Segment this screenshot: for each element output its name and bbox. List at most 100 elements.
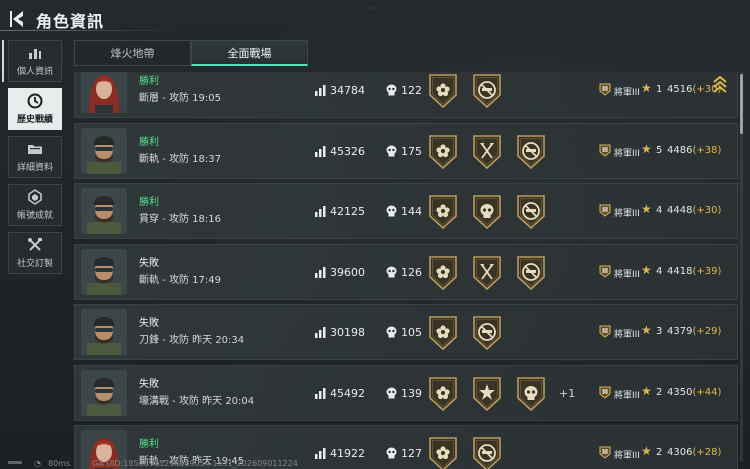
rating-delta: (+28) — [692, 447, 722, 458]
rank-emblem-icon — [599, 83, 611, 96]
medal-badges — [427, 73, 503, 109]
scrollbar-thumb[interactable] — [740, 74, 743, 134]
star-icon: ★ — [641, 323, 652, 337]
match-kills: 144 — [401, 205, 422, 218]
folder-icon — [28, 145, 42, 154]
match-kills: 139 — [401, 386, 422, 400]
rating-delta: (+30) — [692, 205, 722, 216]
match-score: 45492 — [330, 386, 365, 400]
extra-badge-count: +1 — [559, 386, 576, 400]
rating-value: 4379 — [667, 326, 693, 337]
sidebar: 個人資訊 歷史戰績 詳細資料 帳號成就 社交訂製 — [8, 40, 64, 280]
score-bars-icon — [315, 85, 326, 96]
sidebar-item-personal-info[interactable]: 個人資訊 — [8, 40, 62, 82]
rank-emblem-icon — [599, 386, 611, 399]
medal-badges — [427, 315, 503, 351]
match-mode-time: 斷層 - 攻防 19:05 — [139, 93, 221, 104]
top-handle: ··· — [368, 4, 382, 13]
match-row[interactable]: 失敗 斷軌 - 攻防 17:49 39600 126 將軍III ★ 4 441… — [74, 243, 738, 300]
rank-name: 將軍III — [614, 269, 640, 280]
rating-delta: (+39) — [692, 265, 722, 277]
match-kills: 175 — [401, 144, 422, 158]
rating-value: 4516 — [667, 84, 693, 95]
match-kills: 126 — [401, 265, 422, 279]
status-footer: ◔ 80ms GA UID:18586965298589054 1631_202… — [0, 458, 750, 469]
sidebar-item-label: 詳細資料 — [16, 163, 53, 173]
battery-indicator — [8, 461, 22, 464]
back-arrow-icon[interactable] — [8, 8, 30, 30]
match-placement: 4 — [656, 265, 663, 277]
sidebar-item-social[interactable]: 社交訂製 — [8, 232, 62, 274]
match-placement: 2 — [656, 386, 663, 398]
skull-badge-icon — [517, 376, 545, 411]
rank-up-chevron-icon — [713, 75, 727, 93]
player-avatar — [81, 188, 127, 234]
flower-badge-icon — [429, 255, 457, 290]
match-row[interactable]: 勝利 貫穿 - 攻防 18:16 42125 144 將軍III ★ 4 444… — [74, 183, 738, 239]
match-result: 勝利 — [139, 136, 159, 148]
wifi-icon: ◔ — [34, 459, 41, 468]
match-placement: 5 — [656, 144, 663, 156]
match-mode-time: 斷軌 - 攻防 18:37 — [139, 153, 221, 165]
match-placement: 2 — [656, 447, 663, 458]
score-bars-icon — [315, 387, 326, 399]
sidebar-item-details[interactable]: 詳細資料 — [8, 136, 62, 178]
star-icon: ★ — [641, 262, 652, 277]
match-placement: 1 — [656, 84, 663, 95]
medal-icon — [28, 189, 42, 205]
sidebar-item-label: 帳號成就 — [16, 211, 53, 221]
match-score: 30198 — [330, 326, 365, 339]
rating-delta: (+38) — [692, 144, 722, 156]
rank-emblem-icon — [599, 325, 611, 338]
score-bars-icon — [315, 266, 326, 278]
match-score: 42125 — [330, 205, 365, 218]
match-kills: 122 — [401, 84, 422, 97]
axe-badge-icon — [473, 255, 501, 290]
page-title: 角色資訊 — [36, 12, 105, 31]
skull-icon — [386, 326, 397, 338]
match-placement: 4 — [656, 205, 663, 216]
score-bars-icon — [315, 206, 326, 217]
match-row[interactable]: 勝利 斷層 - 攻防 19:05 34784 122 將軍III ★ 1 451… — [74, 72, 738, 118]
player-avatar — [81, 309, 127, 355]
uid-text: GA UID:18586965298589054 1631_2026090112… — [92, 459, 298, 468]
skull-icon — [386, 205, 397, 217]
flower-badge-icon — [429, 316, 457, 351]
match-result: 勝利 — [139, 76, 159, 87]
player-avatar — [81, 369, 127, 416]
skull-icon — [386, 145, 397, 156]
tools-icon — [28, 238, 42, 251]
match-result: 勝利 — [139, 197, 159, 208]
rank-rating: 4306(+28) — [667, 447, 721, 458]
tab-full-battlefield[interactable]: 全面戰場 — [191, 40, 308, 66]
score-bars-icon — [315, 145, 326, 157]
match-history-list: 勝利 斷層 - 攻防 19:05 34784 122 將軍III ★ 1 451… — [74, 72, 738, 469]
match-result: 失敗 — [139, 378, 159, 390]
flower-badge-icon — [429, 74, 457, 109]
match-row[interactable]: 失敗 壕溝戰 - 攻防 昨天 20:04 45492 139 +1 將軍III … — [74, 364, 738, 421]
match-row[interactable]: 失敗 刀鋒 - 攻防 昨天 20:34 30198 105 將軍III ★ 3 … — [74, 304, 738, 360]
burst-badge-icon — [473, 376, 501, 411]
match-kills: 105 — [401, 326, 422, 339]
match-mode-time: 壕溝戰 - 攻防 昨天 20:04 — [139, 395, 255, 407]
player-avatar — [81, 248, 127, 295]
top-bar: 角色資訊 ··· — [0, 0, 750, 36]
rating-value: 4418 — [667, 265, 693, 277]
no-gun-badge-icon — [473, 74, 501, 109]
match-result: 勝利 — [139, 439, 159, 450]
skull-icon — [386, 266, 397, 277]
match-row[interactable]: 勝利 斷軌 - 攻防 18:37 45326 175 將軍III ★ 5 448… — [74, 122, 738, 179]
star-icon: ★ — [641, 141, 652, 156]
axe-badge-icon — [473, 134, 501, 169]
bar-chart-icon — [29, 49, 41, 59]
rank-emblem-icon — [599, 144, 611, 157]
sidebar-item-label: 歷史戰績 — [16, 115, 53, 125]
rank-emblem-icon — [599, 204, 611, 217]
tab-warzone[interactable]: 烽火地帶 — [74, 40, 191, 66]
rank-rating: 4486(+38) — [667, 145, 721, 156]
sidebar-item-match-history[interactable]: 歷史戰績 — [8, 88, 62, 130]
star-icon: ★ — [641, 444, 652, 458]
sidebar-item-achievements[interactable]: 帳號成就 — [8, 184, 62, 226]
rank-emblem-icon — [599, 265, 611, 278]
rating-delta: (+29) — [692, 326, 722, 337]
